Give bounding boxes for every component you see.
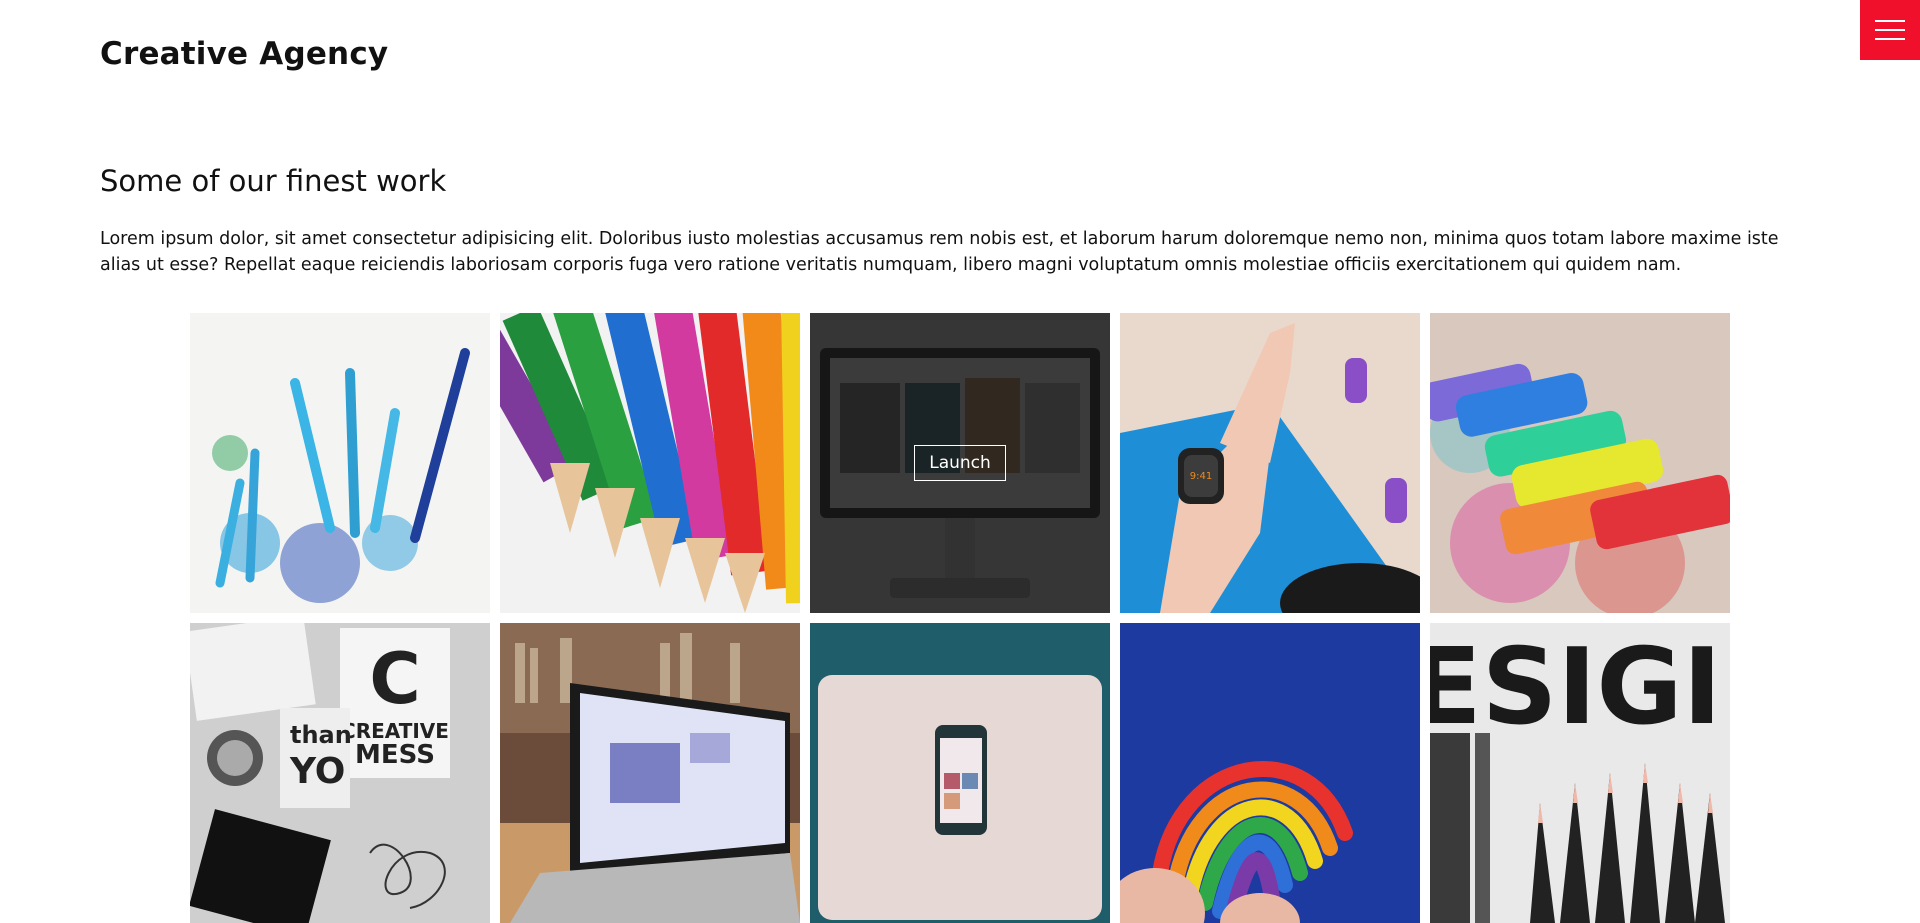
svg-text:MESS: MESS xyxy=(355,740,435,770)
site-logo[interactable]: Creative Agency xyxy=(100,36,388,72)
laptop-desk-image xyxy=(500,623,800,923)
tile-hover-overlay: Launch xyxy=(810,313,1110,613)
menu-bar xyxy=(1875,20,1905,22)
colored-pencils-image xyxy=(500,313,800,613)
chalk-image xyxy=(1430,313,1730,613)
svg-text:ESIGI: ESIGI xyxy=(1430,626,1722,748)
launch-button[interactable]: Launch xyxy=(914,445,1006,481)
menu-bar xyxy=(1875,29,1905,31)
laptop-phone-image xyxy=(810,623,1110,923)
gallery-item-laptop-phone[interactable] xyxy=(810,623,1110,923)
svg-text:C: C xyxy=(369,638,420,720)
section-title: Some of our finest work xyxy=(100,164,447,198)
rainbow-clay-image xyxy=(1120,623,1420,923)
gallery-item-desktop-monitor[interactable]: Launch xyxy=(810,313,1110,613)
hamburger-menu-icon[interactable] xyxy=(1860,0,1920,60)
gallery-item-pencils-shavings[interactable] xyxy=(190,313,490,613)
svg-text:YO: YO xyxy=(289,751,345,792)
portfolio-gallery: Launch 9:41 C CREATIVE MESS than YO ESIG… xyxy=(190,313,1730,923)
gallery-item-colored-pencils[interactable] xyxy=(500,313,800,613)
gallery-item-chalk[interactable] xyxy=(1430,313,1730,613)
menu-bar xyxy=(1875,38,1905,40)
gallery-item-design-pencils[interactable]: ESIGI xyxy=(1430,623,1730,923)
gallery-item-rainbow-clay[interactable] xyxy=(1120,623,1420,923)
smartwatch-image: 9:41 xyxy=(1120,313,1420,613)
gallery-item-smartwatch[interactable]: 9:41 xyxy=(1120,313,1420,613)
gallery-item-laptop-desk[interactable] xyxy=(500,623,800,923)
creative-mess-image: C CREATIVE MESS than YO xyxy=(190,623,490,923)
design-pencils-image: ESIGI xyxy=(1430,623,1730,923)
pencils-shavings-image xyxy=(190,313,490,613)
gallery-item-creative-mess[interactable]: C CREATIVE MESS than YO xyxy=(190,623,490,923)
svg-text:9:41: 9:41 xyxy=(1190,471,1212,482)
section-description: Lorem ipsum dolor, sit amet consectetur … xyxy=(100,229,1779,275)
svg-text:than: than xyxy=(290,721,352,749)
